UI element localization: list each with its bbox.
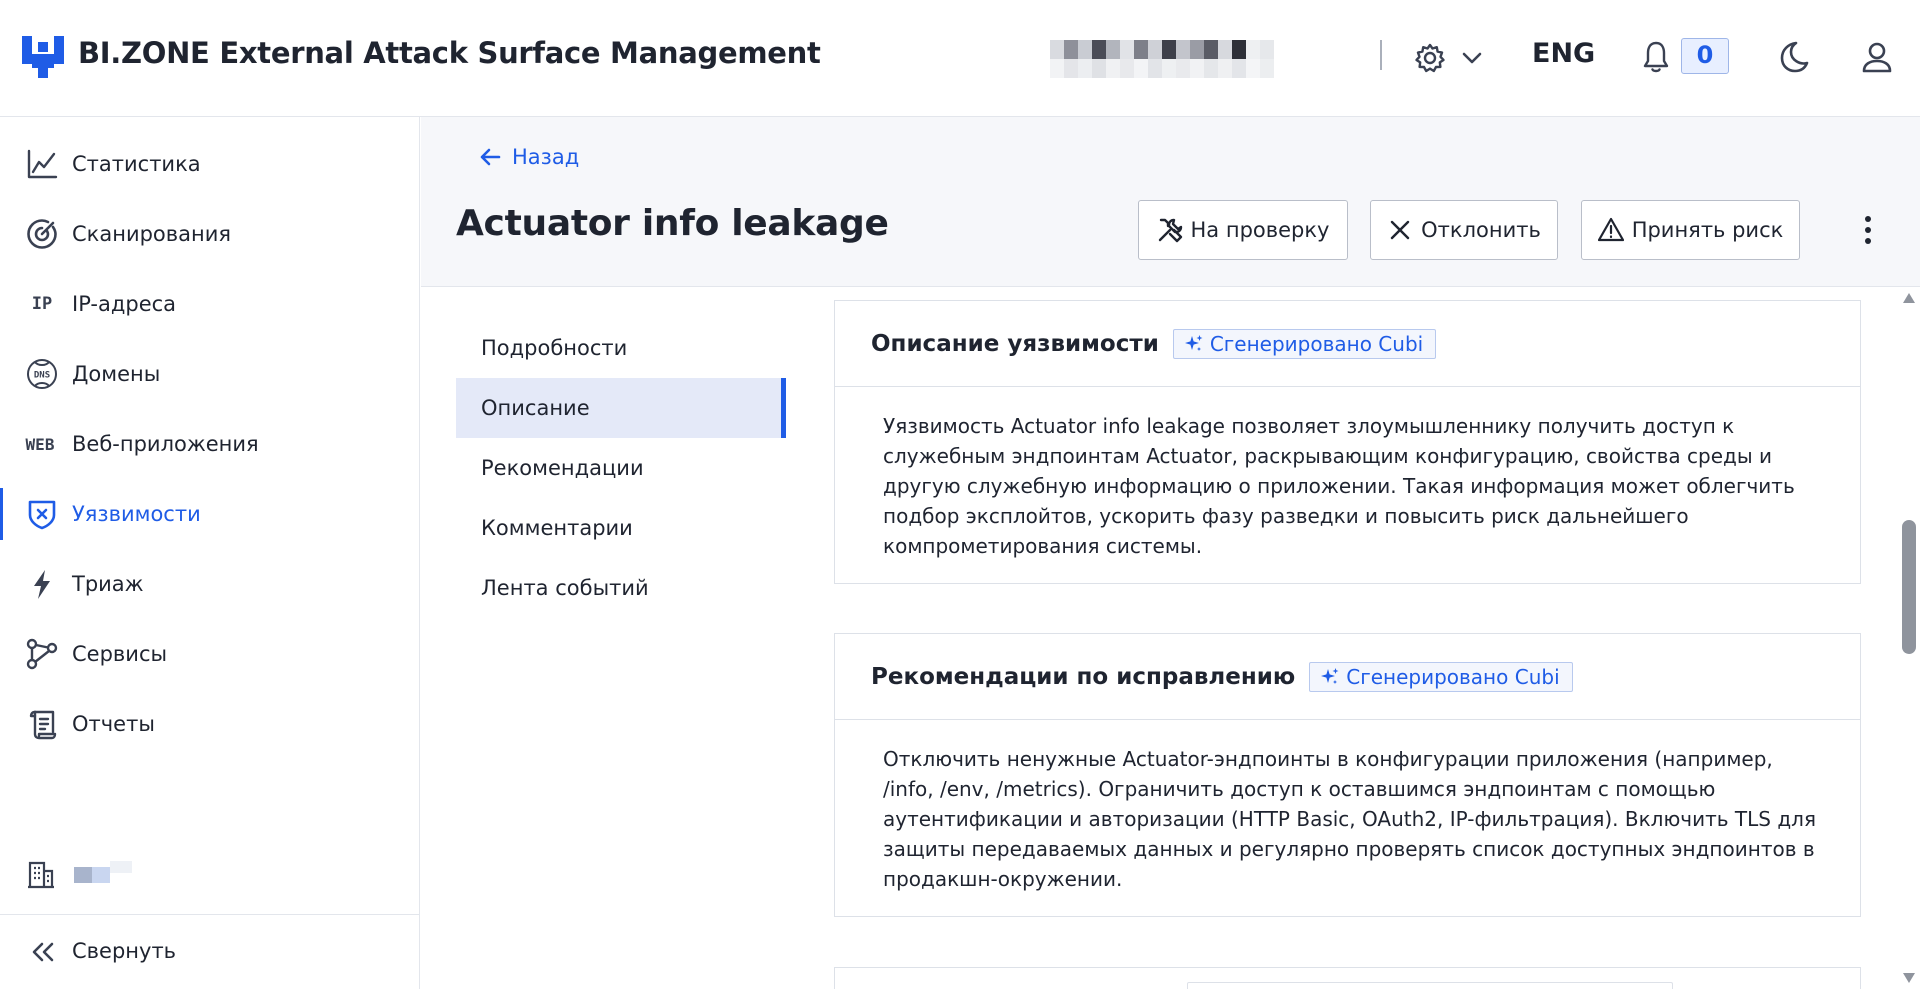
notifications-count-badge[interactable]: 0 xyxy=(1681,38,1729,74)
organization-switch[interactable] xyxy=(26,857,326,893)
description-text: Уязвимость Actuator info leakage позволя… xyxy=(883,414,1795,558)
tools-icon xyxy=(1158,218,1182,243)
scrollbar-thumb[interactable] xyxy=(1902,520,1916,654)
generated-badge: Сгенерировано Cubi xyxy=(1172,328,1437,359)
toc-item-details[interactable]: Подробности xyxy=(456,318,786,378)
accept-risk-button[interactable]: Принять риск xyxy=(1581,200,1800,260)
description-card: Описание уязвимости Сгенерировано Cubi У… xyxy=(834,300,1861,584)
reject-label: Отклонить xyxy=(1421,218,1541,242)
target-icon xyxy=(27,219,57,249)
sidebar-item-label: Домены xyxy=(72,362,161,386)
chevron-down-icon[interactable] xyxy=(1460,48,1484,68)
recommendations-card: Рекомендации по исправлению Сгенерирован… xyxy=(834,633,1861,917)
reject-button[interactable]: Отклонить xyxy=(1370,200,1558,260)
svg-text:DNS: DNS xyxy=(34,371,50,381)
sidebar-item-services[interactable]: Сервисы xyxy=(0,624,419,684)
lightning-icon xyxy=(34,570,50,599)
chart-line-icon xyxy=(27,149,58,179)
review-label: На проверку xyxy=(1190,218,1330,242)
app-title[interactable]: BI.ZONE External Attack Surface Manageme… xyxy=(78,36,821,70)
generated-badge-label: Сгенерировано Cubi xyxy=(1346,664,1560,689)
sidebar-item-label: Триаж xyxy=(72,572,144,596)
scroll-up-arrow-icon[interactable] xyxy=(1902,292,1916,304)
sidebar-item-vulnerabilities[interactable]: Уязвимости xyxy=(0,484,419,544)
sidebar-item-label: Сервисы xyxy=(72,642,168,666)
shield-x-icon xyxy=(28,500,56,530)
back-link[interactable]: Назад xyxy=(478,145,579,169)
sidebar-item-statistics[interactable]: Статистика xyxy=(0,134,419,194)
sidebar-item-label: Уязвимости xyxy=(72,502,201,526)
sidebar-item-label: Отчеты xyxy=(72,712,155,736)
sidebar-item-label: Веб-приложения xyxy=(72,432,259,456)
building-icon xyxy=(28,861,54,889)
generated-badge-label: Сгенерировано Cubi xyxy=(1209,331,1424,356)
sidebar-item-web-apps[interactable]: WEB Веб-приложения xyxy=(0,414,419,474)
more-vertical-icon[interactable] xyxy=(1853,213,1883,247)
next-card-partial xyxy=(834,967,1861,989)
recommendations-card-header: Рекомендации по исправлению Сгенерирован… xyxy=(835,634,1860,720)
page-header: Назад Actuator info leakage На проверку … xyxy=(421,117,1920,287)
back-label: Назад xyxy=(512,145,580,169)
warning-triangle-icon xyxy=(1597,217,1624,242)
scroll-down-arrow-icon[interactable] xyxy=(1902,972,1916,984)
dns-globe-icon: DNS xyxy=(27,359,57,389)
sidebar-item-reports[interactable]: Отчеты xyxy=(0,694,419,754)
page-title: Actuator info leakage xyxy=(456,203,889,244)
sparkle-icon xyxy=(1321,667,1339,684)
toc-item-event-feed[interactable]: Лента событий xyxy=(456,558,786,618)
bell-icon[interactable] xyxy=(1642,40,1670,74)
toc-item-recommendations[interactable]: Рекомендации xyxy=(456,438,786,498)
report-scroll-icon xyxy=(29,710,57,740)
user-profile-icon[interactable] xyxy=(1860,40,1894,74)
collapse-label: Свернуть xyxy=(72,939,177,963)
sidebar-item-label: IP-адреса xyxy=(72,292,177,316)
description-title: Описание уязвимости xyxy=(871,330,1159,357)
collapse-sidebar-button[interactable]: Свернуть xyxy=(0,929,419,975)
close-icon xyxy=(1390,220,1410,240)
send-to-review-button[interactable]: На проверку xyxy=(1138,200,1348,260)
web-icon: WEB xyxy=(25,434,55,454)
chevrons-left-icon xyxy=(32,942,54,962)
sidebar: Статистика Сканирования IP IP-адреса DNS… xyxy=(0,117,420,989)
arrow-left-icon xyxy=(480,148,501,166)
sparkle-icon xyxy=(1184,334,1203,351)
sidebar-item-label: Сканирования xyxy=(72,222,232,246)
header-divider xyxy=(1380,40,1382,70)
sidebar-item-domains[interactable]: DNS Домены xyxy=(0,344,419,404)
recommendations-title: Рекомендации по исправлению xyxy=(871,663,1296,690)
accept-risk-label: Принять риск xyxy=(1631,218,1784,242)
services-graph-icon xyxy=(26,638,58,670)
toc-item-comments[interactable]: Комментарии xyxy=(456,498,786,558)
content-area: Подробности Описание Рекомендации Коммен… xyxy=(421,288,1920,989)
sidebar-item-triage[interactable]: Триаж xyxy=(0,554,419,614)
gear-icon[interactable] xyxy=(1414,42,1446,74)
top-header: BI.ZONE External Attack Surface Manageme… xyxy=(0,0,1920,117)
bizone-logo-icon[interactable] xyxy=(22,36,66,78)
recommendations-text: Отключить ненужные Actuator-эндпоинты в … xyxy=(883,747,1816,891)
moon-icon[interactable] xyxy=(1776,40,1810,74)
generated-badge: Сгенерировано Cubi xyxy=(1309,661,1573,692)
sidebar-item-label: Статистика xyxy=(72,152,201,176)
sidebar-item-scans[interactable]: Сканирования xyxy=(0,204,419,264)
description-card-header: Описание уязвимости Сгенерировано Cubi xyxy=(835,301,1860,387)
organization-selector[interactable] xyxy=(1050,40,1276,78)
language-switch[interactable]: ENG xyxy=(1532,38,1595,69)
section-navigation: Подробности Описание Рекомендации Коммен… xyxy=(456,318,786,618)
sidebar-item-ip-addresses[interactable]: IP IP-адреса xyxy=(0,274,419,334)
ip-icon: IP xyxy=(31,294,53,314)
toc-item-description[interactable]: Описание xyxy=(456,378,786,438)
